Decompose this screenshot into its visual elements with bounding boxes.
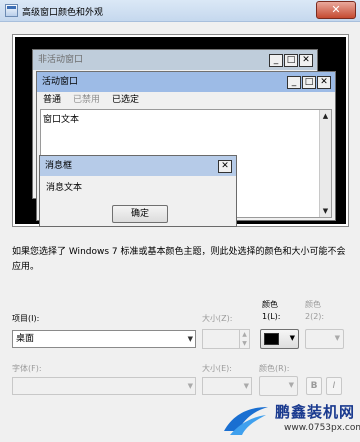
inactive-window-title: 非活动窗口 <box>38 55 84 65</box>
watermark-url: www.0753px.com <box>284 423 360 433</box>
item-label: 项目(I): <box>12 314 40 323</box>
spin-up-icon[interactable]: ▲ <box>240 330 249 339</box>
chevron-down-icon: ▼ <box>243 382 249 390</box>
dialog-title: 高级窗口颜色和外观 <box>22 8 104 18</box>
item-size-spinner[interactable]: ▲ ▼ <box>202 329 250 349</box>
brand-logo-icon <box>224 407 268 435</box>
theme-notice: 如果您选择了 Windows 7 标准或基本颜色主题，则此处选择的颜色和大小可能… <box>12 247 346 272</box>
message-box-caption[interactable]: 消息框 ✕ <box>40 156 236 176</box>
dialog-titlebar: 高级窗口颜色和外观 ✕ <box>0 0 360 22</box>
vertical-scrollbar[interactable]: ▲ ▼ <box>319 110 331 217</box>
active-window-title: 活动窗口 <box>42 77 79 87</box>
maximize-icon[interactable]: □ <box>284 54 298 67</box>
close-icon[interactable]: ✕ <box>299 54 313 67</box>
preview-menubar: 普通 已禁用 已选定 <box>40 93 139 107</box>
chevron-down-icon: ▼ <box>187 335 193 343</box>
item-select-value: 桌面 <box>16 334 35 344</box>
chevron-down-icon: ▼ <box>288 381 294 389</box>
maximize-icon[interactable]: □ <box>302 76 316 89</box>
menu-item-selected[interactable]: 已选定 <box>112 93 139 107</box>
minimize-icon[interactable]: _ <box>287 76 301 89</box>
italic-button[interactable]: I <box>326 377 342 395</box>
spin-down-icon[interactable]: ▼ <box>240 339 249 348</box>
color2-label-bottom: 2(2): <box>305 312 325 321</box>
active-window-caption[interactable]: 活动窗口 _ □ ✕ <box>37 72 335 92</box>
color2-label-top: 颜色 <box>305 300 321 309</box>
color1-label-top: 颜色 <box>262 300 278 309</box>
color1-picker-button[interactable]: ▼ <box>260 329 299 349</box>
color1-swatch <box>264 333 279 345</box>
font-size-label: 大小(E): <box>202 364 232 373</box>
font-select[interactable]: ▼ <box>12 377 196 395</box>
chevron-down-icon: ▼ <box>334 334 340 342</box>
scroll-down-icon[interactable]: ▼ <box>321 206 330 216</box>
scroll-up-icon[interactable]: ▲ <box>321 111 330 121</box>
inactive-window-caption[interactable]: 非活动窗口 _ □ ✕ <box>33 50 317 70</box>
window-app-icon <box>5 4 18 17</box>
size-label: 大小(Z): <box>202 314 233 323</box>
close-button[interactable]: ✕ <box>316 1 356 19</box>
menu-item-disabled[interactable]: 已禁用 <box>73 93 100 107</box>
preview-message-box[interactable]: 消息框 ✕ 消息文本 确定 <box>39 155 237 227</box>
ok-button[interactable]: 确定 <box>112 205 168 223</box>
menu-item-normal[interactable]: 普通 <box>43 93 61 107</box>
font-color-label: 颜色(R): <box>259 364 290 373</box>
font-label: 字体(F): <box>12 364 42 373</box>
chevron-down-icon: ▼ <box>289 334 295 342</box>
watermark: 鹏鑫装机网 www.0753px.com <box>220 399 360 442</box>
message-text: 消息文本 <box>46 183 83 193</box>
close-icon[interactable]: ✕ <box>218 160 232 173</box>
font-size-select[interactable]: ▼ <box>202 377 252 395</box>
close-icon[interactable]: ✕ <box>317 76 331 89</box>
chevron-down-icon: ▼ <box>187 382 193 390</box>
item-select[interactable]: 桌面 ▼ <box>12 330 196 348</box>
color1-label-bottom: 1(L): <box>262 312 281 321</box>
preview-desktop[interactable]: 非活动窗口 _ □ ✕ 活动窗口 _ □ ✕ 普通 已禁用 已选定 窗口文本 ▲… <box>15 37 346 227</box>
color2-picker-button[interactable]: ▼ <box>305 329 344 349</box>
message-box-title: 消息框 <box>45 161 73 171</box>
bold-button[interactable]: B <box>306 377 322 395</box>
appearance-preview[interactable]: 非活动窗口 _ □ ✕ 活动窗口 _ □ ✕ 普通 已禁用 已选定 窗口文本 ▲… <box>12 34 349 227</box>
window-text: 窗口文本 <box>43 115 80 125</box>
minimize-icon[interactable]: _ <box>269 54 283 67</box>
watermark-brand: 鹏鑫装机网 <box>275 403 356 421</box>
font-color-picker-button[interactable]: ▼ <box>259 376 298 396</box>
